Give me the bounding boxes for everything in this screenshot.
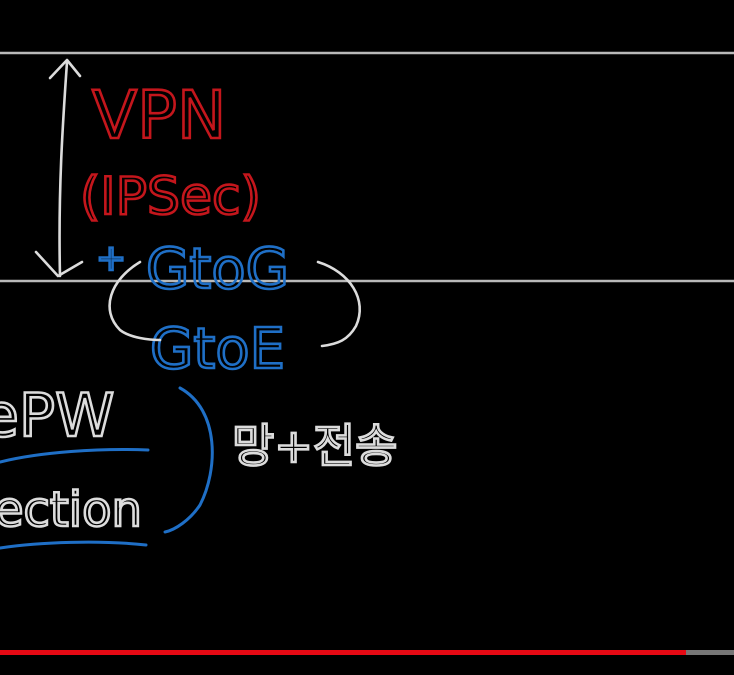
gtoe-label: GtoE	[150, 317, 285, 382]
double-arrow-icon	[34, 58, 84, 278]
section-underline	[0, 540, 148, 550]
bracket-curve-icon	[163, 386, 214, 534]
gtog-label: GtoG	[146, 237, 289, 302]
right-brace-icon	[316, 260, 362, 348]
pw-partial-label: ePW	[0, 381, 114, 451]
video-progress-fill	[0, 650, 687, 655]
whiteboard-canvas: VPN (IPSec) + GtoG GtoE ePW ection 망+전송	[0, 51, 734, 550]
ipsec-label: (IPSec)	[80, 167, 261, 227]
pw-underline	[0, 448, 150, 464]
plus-sign: +	[96, 238, 126, 279]
vpn-label: VPN	[92, 77, 226, 154]
korean-note: 망+전송	[232, 419, 398, 473]
video-progress-bar[interactable]	[0, 650, 734, 655]
video-frame: VPN (IPSec) + GtoG GtoE ePW ection 망+전송	[0, 0, 734, 675]
section-partial-label: ection	[0, 482, 142, 538]
